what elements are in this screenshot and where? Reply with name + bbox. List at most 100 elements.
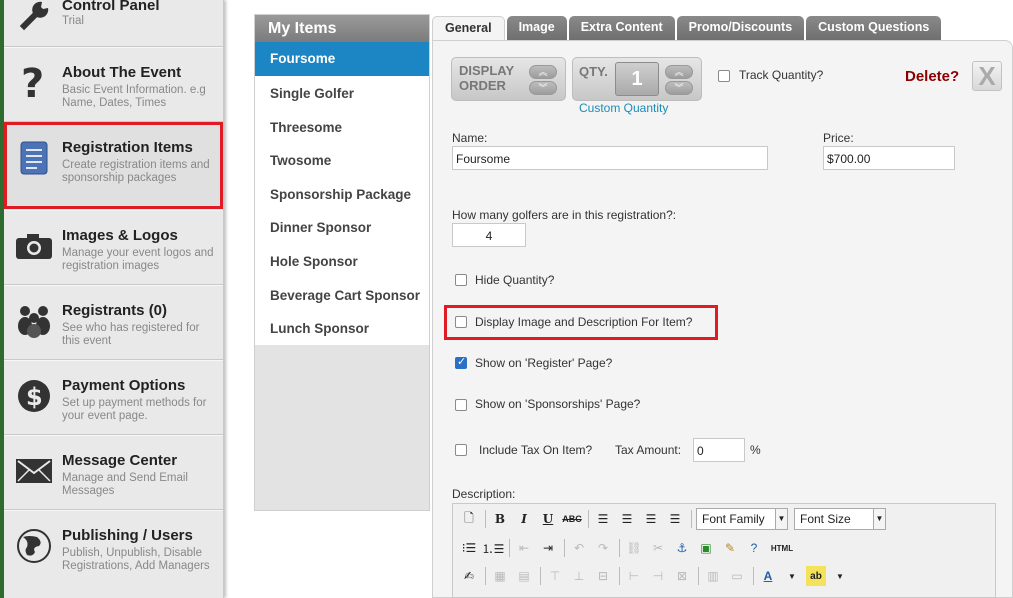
globe-icon [14,525,54,567]
qty-down-button[interactable]: ︾ [665,81,693,95]
delete-link[interactable]: Delete? [905,68,959,85]
display-order-up-button[interactable]: ︽ [529,65,557,79]
list-item-foursome[interactable]: Foursome [255,42,429,76]
delete-col-icon[interactable]: ⊠ [672,566,692,586]
tab-custom-questions[interactable]: Custom Questions [806,16,942,40]
track-quantity-checkbox[interactable] [718,70,730,82]
font-size-value: Font Size [800,512,851,526]
undo-icon[interactable]: ↶ [569,538,589,558]
people-icon [14,300,54,342]
golfers-label: How many golfers are in this registratio… [452,208,677,222]
hide-quantity-checkbox[interactable] [455,274,467,286]
unlink-icon[interactable]: ✂ [648,538,668,558]
include-tax-checkbox[interactable] [455,444,467,456]
cleanup-icon[interactable]: ✎ [720,538,740,558]
anchor-icon[interactable]: ⚓ [672,538,692,558]
list-item-threesome[interactable]: Threesome [255,110,429,144]
sidebar-item-subtitle: Manage your event logos and registration… [62,247,214,272]
list-item-dinner-sponsor[interactable]: Dinner Sponsor [255,210,429,244]
custom-quantity-link[interactable]: Custom Quantity [579,101,668,115]
sidebar-item-payment-options[interactable]: $ Payment Options Set up payment methods… [4,360,223,435]
document-icon [14,137,54,179]
qty-up-button[interactable]: ︽ [665,65,693,79]
list-item-single-golfer[interactable]: Single Golfer [255,76,429,110]
sidebar-item-registrants[interactable]: Registrants (0) See who has registered f… [4,285,223,360]
highlight-color-icon[interactable]: ab [806,566,826,586]
sidebar-item-title: Control Panel [62,0,160,14]
list-item-beverage-cart-sponsor[interactable]: Beverage Cart Sponsor [255,278,429,312]
help-icon[interactable]: ? [744,538,764,558]
insert-row-before-icon[interactable]: ⊤ [545,566,565,586]
outdent-icon[interactable]: ⇤ [514,538,534,558]
show-on-register-checkbox[interactable] [455,355,467,369]
chevron-down-icon[interactable]: ▼ [830,566,850,586]
sidebar-item-subtitle: Manage and Send Email Messages [62,472,188,497]
new-document-icon[interactable]: 🗋 [459,509,479,529]
name-input[interactable]: Foursome [452,146,768,170]
editor-toolbar-row-3: ✍ ▦ ▤ ⊤ ⊥ ⊟ ⊢ ⊣ ⊠ ▥ ▭ A ▼ ab ▼ [459,564,854,588]
align-left-icon[interactable]: ☰ [593,509,613,529]
sidebar-item-subtitle: Create registration items and sponsorshi… [62,159,210,184]
sidebar-item-registration-items[interactable]: Registration Items Create registration i… [4,122,223,209]
toolbar-separator [691,510,692,528]
golfers-input[interactable]: 4 [452,223,526,247]
sidebar-item-subtitle: Trial [62,15,84,27]
sidebar-item-publishing-users[interactable]: Publishing / Users Publish, Unpublish, D… [4,510,223,598]
strikethrough-icon[interactable]: ABC [562,509,582,529]
chevron-down-icon[interactable]: ▼ [782,566,802,586]
align-right-icon[interactable]: ☰ [641,509,661,529]
list-item-sponsorship-package[interactable]: Sponsorship Package [255,177,429,211]
tab-extra-content[interactable]: Extra Content [568,16,675,40]
indent-icon[interactable]: ⇥ [538,538,558,558]
display-image-description-checkbox[interactable] [455,316,467,328]
sidebar-item-about-event[interactable]: ? About The Event Basic Event Informatio… [4,47,223,122]
sidebar-item-control-panel[interactable]: Control Panel Trial [4,0,223,47]
display-order-down-button[interactable]: ︾ [529,81,557,95]
bullet-list-icon[interactable]: ⁝☰ [459,538,479,558]
price-input[interactable]: $700.00 [823,146,955,170]
question-icon: ? [14,62,54,104]
align-center-icon[interactable]: ☰ [617,509,637,529]
tab-promo-discounts[interactable]: Promo/Discounts [676,16,805,40]
bold-icon[interactable]: B [490,509,510,529]
percent-sign: % [750,443,761,457]
merge-cells-icon[interactable]: ▭ [727,566,747,586]
display-order-label-2: ORDER [459,78,506,93]
toolbar-separator [698,567,699,585]
font-size-select[interactable]: Font Size ▼ [794,508,886,530]
sidebar-item-title: About The Event [62,64,182,81]
sidebar-item-subtitle: Basic Event Information. e.g Name, Dates… [62,84,206,109]
delete-row-icon[interactable]: ⊟ [593,566,613,586]
insert-col-after-icon[interactable]: ⊣ [648,566,668,586]
list-item-hole-sponsor[interactable]: Hole Sponsor [255,244,429,278]
link-icon[interactable]: ⛓ [624,538,644,558]
font-family-select[interactable]: Font Family ▼ [696,508,788,530]
close-icon[interactable]: X [972,61,1002,91]
edit-icon[interactable]: ✍ [459,566,479,586]
tax-amount-input[interactable]: 0 [693,438,745,462]
insert-col-before-icon[interactable]: ⊢ [624,566,644,586]
tab-general[interactable]: General [432,16,505,40]
html-icon[interactable]: HTML [768,538,796,558]
table-icon[interactable]: ▦ [490,566,510,586]
list-item-lunch-sponsor[interactable]: Lunch Sponsor [255,311,429,345]
italic-icon[interactable]: I [514,509,534,529]
redo-icon[interactable]: ↷ [593,538,613,558]
table-row-props-icon[interactable]: ▤ [514,566,534,586]
underline-icon[interactable]: U [538,509,558,529]
price-label: Price: [823,131,854,145]
list-item-twosome[interactable]: Twosome [255,143,429,177]
tab-image[interactable]: Image [506,16,567,40]
sidebar-item-images-logos[interactable]: Images & Logos Manage your event logos a… [4,210,223,285]
sidebar-item-title: Images & Logos [62,227,178,244]
align-justify-icon[interactable]: ☰ [665,509,685,529]
insert-row-after-icon[interactable]: ⊥ [569,566,589,586]
show-on-sponsorships-checkbox[interactable] [455,399,467,411]
toolbar-separator [564,539,565,557]
numbered-list-icon[interactable]: ⒈☰ [482,538,505,558]
text-color-icon[interactable]: A [758,566,778,586]
qty-value[interactable]: 1 [615,62,659,96]
split-cells-icon[interactable]: ▥ [703,566,723,586]
sidebar-item-message-center[interactable]: Message Center Manage and Send Email Mes… [4,435,223,510]
image-icon[interactable]: ▣ [696,538,716,558]
